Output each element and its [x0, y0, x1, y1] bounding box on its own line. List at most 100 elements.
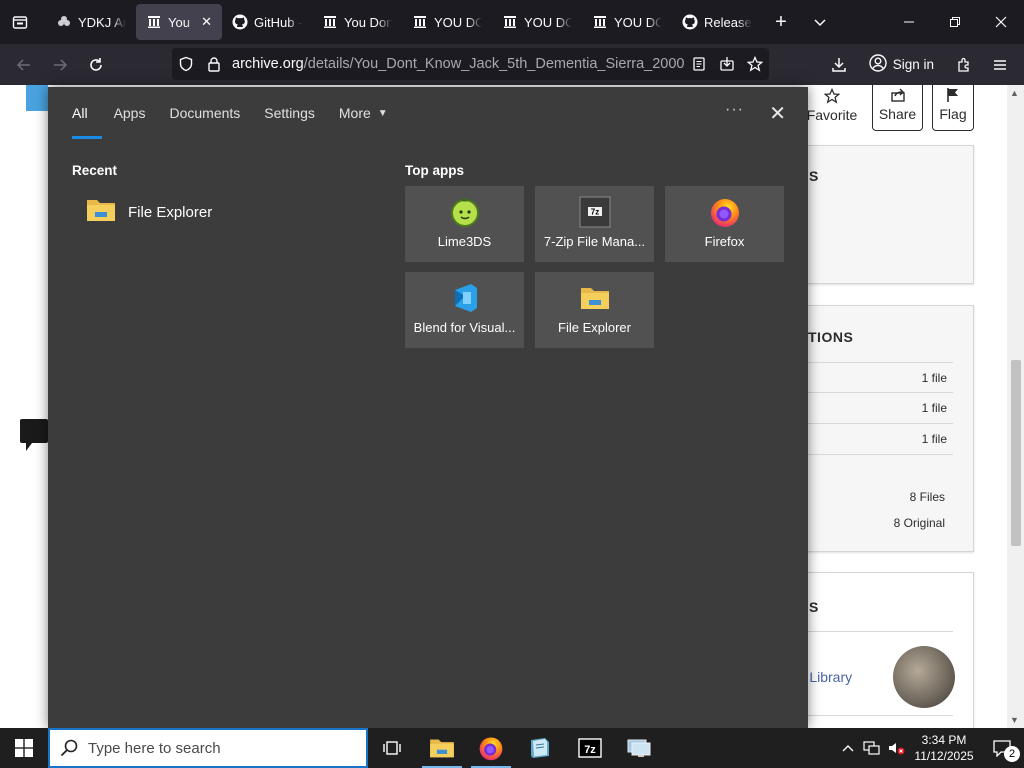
file-count: 1 file — [921, 371, 947, 385]
archive-icon — [412, 14, 428, 30]
total-files-link[interactable]: 8 Files — [910, 490, 945, 504]
app-tile-blend[interactable]: Blend for Visual... — [405, 272, 524, 348]
windows-start-icon[interactable] — [0, 728, 48, 768]
app-tile-firefox[interactable]: Firefox — [665, 186, 784, 262]
taskbar-firefox-icon[interactable] — [467, 728, 515, 768]
reload-icon[interactable] — [78, 47, 114, 83]
clock[interactable]: 3:34 PM 11/12/2025 — [908, 732, 980, 764]
sign-in-button[interactable]: Sign in — [861, 49, 942, 81]
comment-icon[interactable] — [20, 419, 48, 451]
save-to-pocket-icon[interactable] — [713, 56, 741, 72]
tab-ydkj-archive[interactable]: YDKJ Arc — [46, 4, 136, 40]
lock-icon[interactable] — [200, 56, 228, 72]
favorite-button[interactable]: Favorite — [802, 85, 862, 131]
share-label: Share — [878, 106, 917, 122]
download-row[interactable]: 1 file — [801, 362, 953, 393]
tab-title: GitHub - — [254, 14, 302, 30]
flag-icon — [945, 87, 961, 106]
7zip-icon: 7z — [579, 196, 611, 228]
collections-panel: S re Library — [793, 572, 974, 728]
archive-icon — [322, 14, 338, 30]
minimize-icon[interactable] — [886, 0, 932, 44]
archive-icon — [592, 14, 608, 30]
forward-arrow-icon[interactable] — [42, 47, 78, 83]
download-row[interactable]: 1 file — [801, 424, 953, 455]
tab-title: YOU DO — [524, 14, 572, 30]
downloads-icon[interactable] — [821, 47, 857, 83]
tab-settings[interactable]: Settings — [252, 87, 327, 139]
top-apps-heading: Top apps — [405, 163, 464, 178]
recent-heading: Recent — [72, 163, 118, 178]
page-scrollbar[interactable]: ▲ ▼ — [1007, 85, 1024, 728]
chevron-down-icon[interactable] — [800, 0, 840, 44]
scroll-up-icon[interactable]: ▲ — [1010, 88, 1019, 98]
network-icon[interactable] — [860, 740, 884, 756]
folder-icon — [579, 282, 611, 314]
tab-github-release[interactable]: Release — [672, 4, 762, 40]
total-original-link[interactable]: 8 Original — [894, 516, 945, 530]
tab-archive-5[interactable]: YOU DO — [582, 4, 672, 40]
task-view-icon[interactable] — [368, 728, 416, 768]
tab-label: More — [338, 105, 371, 121]
download-row[interactable]: 1 file — [801, 393, 953, 424]
scroll-down-icon[interactable]: ▼ — [1010, 715, 1019, 725]
taskbar-search-box[interactable] — [48, 728, 368, 768]
extensions-icon[interactable] — [946, 47, 982, 83]
tab-github[interactable]: GitHub - — [222, 4, 312, 40]
address-bar[interactable]: archive.org/details/You_Dont_Know_Jack_5… — [172, 48, 769, 80]
menu-icon[interactable] — [982, 47, 1018, 83]
firefox-view-icon[interactable] — [0, 0, 40, 44]
taskbar-notebook-app-icon[interactable] — [516, 728, 564, 768]
taskbar-7zip-icon[interactable]: 7z — [566, 728, 614, 768]
tab-archive-2[interactable]: You Don' — [312, 4, 402, 40]
tab-archive-4[interactable]: YOU DO — [492, 4, 582, 40]
chevron-up-icon[interactable] — [836, 743, 860, 753]
action-center-icon[interactable]: 2 — [980, 728, 1024, 768]
favorite-label: Favorite — [806, 107, 858, 123]
app-tile-label: Firefox — [704, 234, 745, 249]
folder-icon — [86, 197, 116, 227]
tracking-shield-icon[interactable] — [172, 56, 200, 72]
tab-archive-3[interactable]: YOU DO — [402, 4, 492, 40]
recent-item-file-explorer[interactable]: File Explorer — [86, 197, 212, 227]
clock-time: 3:34 PM — [921, 733, 967, 747]
bookmark-star-icon[interactable] — [741, 56, 769, 72]
back-arrow-icon[interactable] — [6, 47, 42, 83]
svg-text:7z: 7z — [584, 744, 596, 756]
search-input[interactable] — [88, 739, 348, 757]
tab-documents[interactable]: Documents — [157, 87, 252, 139]
tab-apps[interactable]: Apps — [102, 87, 158, 139]
collection-thumbnail[interactable] — [893, 646, 955, 708]
taskbar-file-explorer-icon[interactable] — [418, 728, 466, 768]
app-tile-label: File Explorer — [558, 320, 631, 335]
app-tile-7zip[interactable]: 7z 7-Zip File Mana... — [535, 186, 654, 262]
close-tab-icon[interactable]: ✕ — [201, 14, 212, 30]
svg-text:7z: 7z — [590, 208, 598, 217]
flag-button[interactable]: Flag — [932, 85, 974, 131]
app-tile-lime3ds[interactable]: Lime3DS — [405, 186, 524, 262]
lime-icon — [449, 196, 481, 228]
tab-all[interactable]: All — [60, 87, 102, 139]
share-icon — [890, 87, 906, 106]
close-icon[interactable]: ✕ — [769, 101, 786, 126]
share-button[interactable]: Share — [872, 85, 923, 131]
taskbar-remote-desktop-icon[interactable] — [615, 728, 663, 768]
restore-icon[interactable] — [932, 0, 978, 44]
volume-muted-icon[interactable] — [884, 740, 908, 756]
speaker-icon — [26, 85, 48, 111]
reader-view-icon[interactable] — [685, 56, 713, 72]
browser-nav-bar: archive.org/details/You_Dont_Know_Jack_5… — [0, 44, 1024, 85]
scrollbar-thumb[interactable] — [1011, 360, 1021, 546]
flag-label: Flag — [939, 106, 967, 122]
tab-more[interactable]: More ▼ — [327, 87, 400, 139]
app-tile-file-explorer[interactable]: File Explorer — [535, 272, 654, 348]
archive-icon — [502, 14, 518, 30]
tab-title: You Don' — [344, 14, 392, 30]
close-window-icon[interactable] — [978, 0, 1024, 44]
new-tab-button[interactable]: + — [762, 0, 800, 44]
tab-active[interactable]: You Do ✕ — [136, 4, 222, 40]
more-options-icon[interactable]: ··· — [725, 101, 744, 119]
account-icon — [869, 54, 887, 75]
url-text[interactable]: archive.org/details/You_Dont_Know_Jack_5… — [232, 56, 685, 72]
tab-title: YOU DO — [434, 14, 482, 30]
